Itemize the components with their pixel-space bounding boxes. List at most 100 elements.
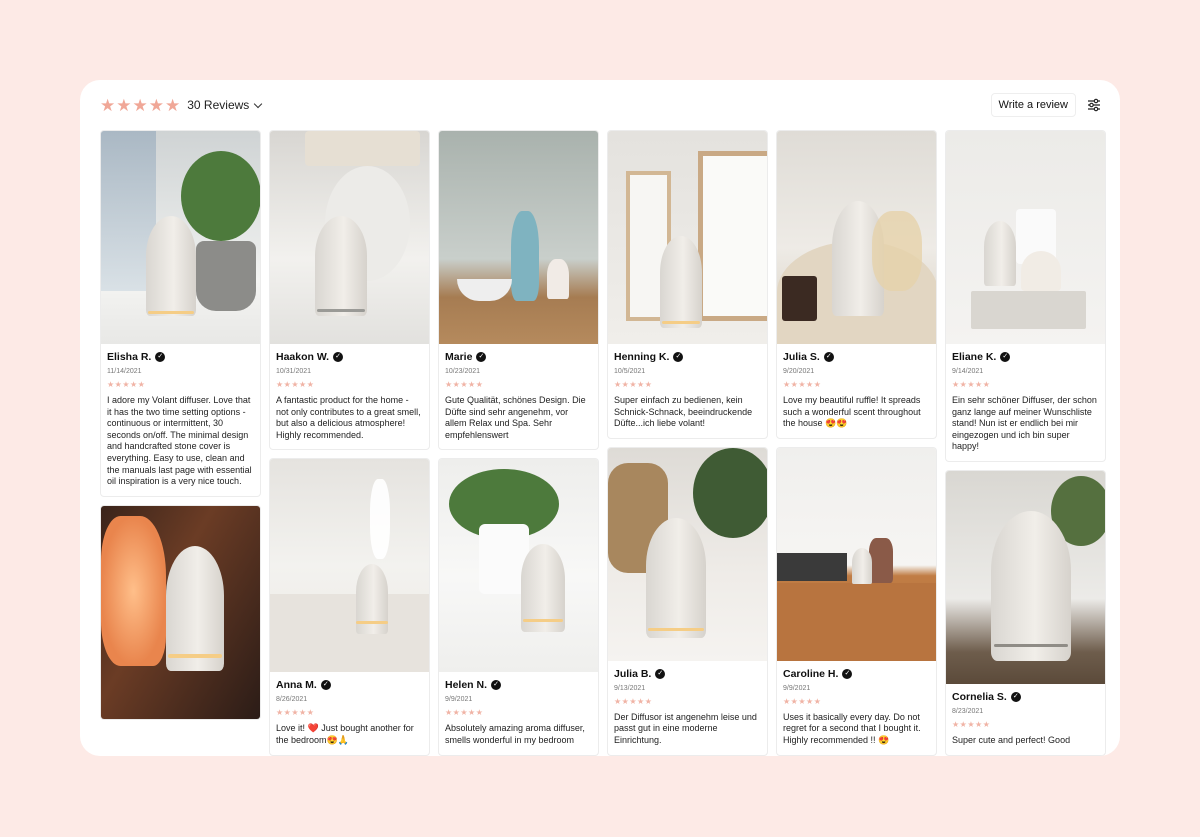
review-stars: ★★★★★ (276, 380, 315, 389)
review-date: 10/31/2021 (276, 368, 312, 375)
photo-decor (523, 619, 563, 623)
review-card[interactable]: Anna M. ✓ 8/26/2021 ★★★★★ Love it! ❤️ Just b… (269, 458, 430, 756)
review-body: Cornelia S. ✓ 8/23/2021 ★★★★★ Super cute and… (946, 684, 1105, 755)
filter-icon[interactable] (1086, 97, 1102, 113)
reviewer-name: Elisha R. (107, 351, 152, 363)
reviews-column: Eliane K. ✓ 9/14/2021 ★★★★★ Ein sehr schöner… (945, 130, 1106, 756)
verified-check-icon: ✓ (1010, 691, 1021, 702)
review-date: 9/9/2021 (445, 696, 473, 704)
review-photo[interactable] (608, 447, 767, 661)
review-stars: ★★★★★ (445, 708, 484, 718)
reviewer-row: Cornelia S. ✓ (952, 691, 1099, 703)
review-stars: ★★★★★ (445, 380, 484, 389)
photo-decor (971, 291, 1086, 329)
review-text: Ein sehr schöner Diffuser, der schon gan… (952, 395, 1097, 452)
review-card[interactable]: Haakon W. ✓ 10/31/2021 ★★★★★ A fantastic pro… (269, 130, 430, 451)
review-date: 9/14/2021 (952, 368, 984, 375)
review-photo[interactable] (439, 131, 598, 344)
diffuser-graphic (660, 236, 702, 328)
reviewer-row: Haakon W. ✓ (276, 351, 423, 363)
review-card[interactable]: Marie ✓ 10/23/2021 ★★★★★ Gute Qualität, schö… (438, 130, 599, 451)
review-photo[interactable] (270, 459, 429, 673)
review-body: Caroline H. ✓ 9/9/2021 ★★★★★ Uses it basical… (777, 661, 936, 755)
review-text: Der Diffusor ist angenehm leise und pass… (614, 711, 757, 745)
verified-check-icon: ✓ (476, 352, 487, 362)
review-photo[interactable] (270, 131, 429, 344)
diffuser-graphic (991, 510, 1071, 661)
reviewer-name: Anna M. (276, 679, 317, 692)
reviewer-row: Elisha R. ✓ (107, 351, 254, 363)
photo-decor (270, 594, 429, 673)
photo-decor (370, 479, 390, 560)
review-card[interactable]: Caroline H. ✓ 9/9/2021 ★★★★★ Uses it basical… (776, 446, 937, 756)
reviews-column: Elisha R. ✓ 11/14/2021 ★★★★★ I adore my Vola… (100, 130, 261, 756)
review-body: Henning K. ✓ 10/5/2021 ★★★★★ Super einfach z… (608, 344, 767, 438)
photo-decor (148, 311, 194, 314)
photo-decor (869, 537, 893, 583)
review-photo[interactable] (777, 447, 936, 661)
diffuser-graphic (984, 221, 1016, 286)
photo-decor (777, 582, 936, 661)
review-photo[interactable] (946, 131, 1105, 344)
review-photo[interactable] (101, 505, 260, 719)
reviewer-row: Anna M. ✓ (276, 679, 423, 691)
star-icon: ★ (148, 95, 164, 115)
review-stars: ★★★★★ (783, 696, 822, 706)
photo-decor (101, 515, 166, 666)
verified-check-icon: ✓ (1000, 352, 1011, 362)
star-icon: ★ (132, 95, 148, 115)
reviews-column: Julia S. ✓ 9/20/2021 ★★★★★ Love my beautiful… (776, 130, 937, 756)
review-stars: ★★★★★ (952, 719, 991, 729)
review-text: Gute Qualität, schönes Design. Die Düfte… (445, 395, 586, 440)
diffuser-graphic (646, 517, 706, 638)
review-card[interactable]: Julia S. ✓ 9/20/2021 ★★★★★ Love my beautiful… (776, 130, 937, 439)
review-body: Julia S. ✓ 9/20/2021 ★★★★★ Love my beautiful… (777, 344, 936, 438)
review-date: 9/9/2021 (783, 684, 811, 692)
review-text: Uses it basically every day. Do not regr… (783, 711, 921, 745)
reviewer-row: Helen N. ✓ (445, 679, 592, 691)
verified-check-icon: ✓ (491, 680, 502, 691)
review-card[interactable]: Helen N. ✓ 9/9/2021 ★★★★★ Absolutely amazing… (438, 458, 599, 756)
review-card[interactable]: Elisha R. ✓ 11/14/2021 ★★★★★ I adore my Vola… (100, 130, 261, 497)
reviewer-row: Julia S. ✓ (783, 351, 930, 363)
photo-decor (777, 552, 847, 581)
review-text: Love it! ❤️ Just bought another for the … (276, 723, 414, 745)
photo-decor (511, 211, 539, 301)
write-review-button[interactable]: Write a review (990, 93, 1076, 117)
reviews-count-dropdown[interactable]: 30 Reviews (187, 98, 263, 112)
review-card[interactable]: Cornelia S. ✓ 8/23/2021 ★★★★★ Super cute and… (945, 469, 1106, 756)
reviews-column: Henning K. ✓ 10/5/2021 ★★★★★ Super einfach z… (607, 130, 768, 756)
reviewer-name: Henning K. (614, 351, 670, 363)
review-photo[interactable] (777, 131, 936, 344)
review-date: 9/13/2021 (614, 684, 646, 692)
review-photo[interactable] (439, 459, 598, 673)
reviews-column: Marie ✓ 10/23/2021 ★★★★★ Gute Qualität, schö… (438, 130, 599, 756)
review-photo[interactable] (946, 470, 1105, 684)
review-text: Super cute and perfect! Good (952, 734, 1071, 745)
review-body: Helen N. ✓ 9/9/2021 ★★★★★ Absolutely amazing… (439, 672, 598, 754)
reviewer-name: Marie (445, 351, 473, 363)
review-stars: ★★★★★ (614, 696, 653, 706)
photo-decor (872, 211, 922, 291)
review-card[interactable]: Henning K. ✓ 10/5/2021 ★★★★★ Super einfach z… (607, 130, 768, 439)
reviewer-name: Cornelia S. (952, 690, 1007, 703)
diffuser-graphic (852, 547, 872, 584)
review-date: 9/20/2021 (783, 368, 815, 375)
reviews-grid: Elisha R. ✓ 11/14/2021 ★★★★★ I adore my Vola… (100, 130, 1106, 756)
review-stars: ★★★★★ (107, 380, 146, 389)
star-icon: ★ (116, 95, 132, 115)
review-photo[interactable] (101, 131, 260, 344)
overall-rating-stars: ★ ★ ★ ★ ★ (100, 97, 180, 114)
review-card[interactable]: Julia B. ✓ 9/13/2021 ★★★★★ Der Diffusor ist … (607, 446, 768, 756)
review-text: Love my beautiful ruffle! It spreads suc… (783, 395, 921, 429)
review-stars: ★★★★★ (614, 380, 653, 389)
chevron-down-icon (254, 99, 263, 108)
photo-decor (1021, 251, 1061, 291)
review-card[interactable] (100, 504, 261, 720)
photo-decor (547, 259, 569, 299)
review-photo[interactable] (608, 131, 767, 344)
verified-check-icon: ✓ (655, 668, 666, 679)
diffuser-graphic (315, 216, 367, 316)
review-card[interactable]: Eliane K. ✓ 9/14/2021 ★★★★★ Ein sehr schöner… (945, 130, 1106, 462)
reviewer-row: Caroline H. ✓ (783, 668, 930, 680)
